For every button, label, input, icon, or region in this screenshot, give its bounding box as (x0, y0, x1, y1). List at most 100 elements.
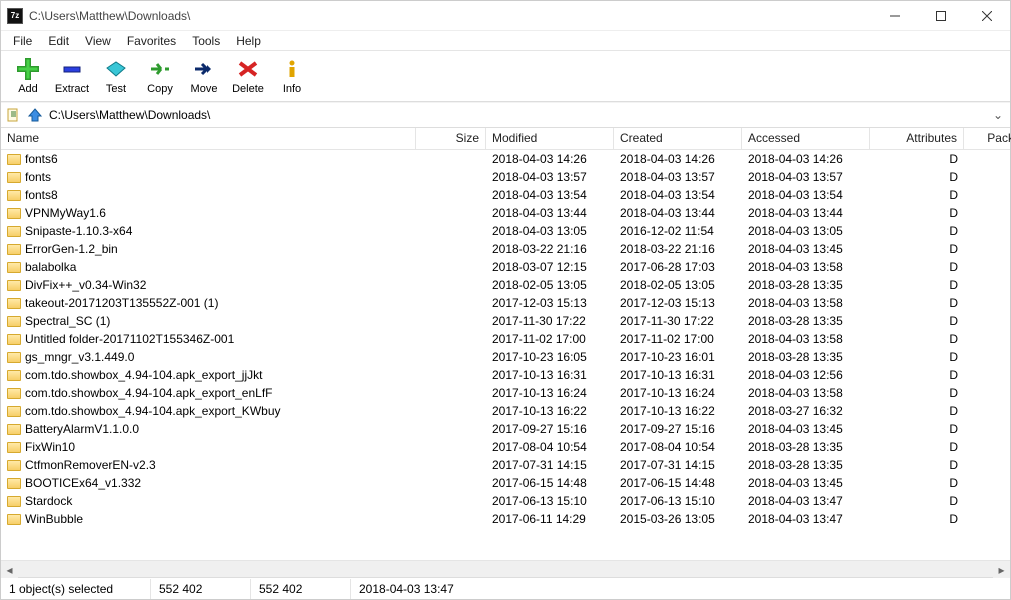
col-packed-size[interactable]: Packed Size (964, 128, 1011, 149)
status-bar: 1 object(s) selected 552 402 552 402 201… (1, 577, 1010, 599)
test-button[interactable]: Test (95, 55, 137, 99)
extract-button[interactable]: Extract (51, 55, 93, 99)
chevron-down-icon[interactable]: ⌄ (990, 108, 1006, 122)
table-row[interactable]: com.tdo.showbox_4.94-104.apk_export_KWbu… (1, 402, 1010, 420)
minimize-button[interactable] (872, 1, 918, 31)
file-modified: 2017-08-04 10:54 (486, 439, 614, 455)
col-created[interactable]: Created (614, 128, 742, 149)
table-row[interactable]: BatteryAlarmV1.1.0.02017-09-27 15:162017… (1, 420, 1010, 438)
file-psize: 0 (964, 187, 1010, 203)
file-psize: 0 (964, 439, 1010, 455)
file-psize: 0 (964, 457, 1010, 473)
scroll-right-icon[interactable]: ▸ (993, 561, 1010, 578)
info-button[interactable]: Info (271, 55, 313, 99)
file-modified: 2018-03-07 12:15 (486, 259, 614, 275)
move-label: Move (191, 83, 218, 95)
table-row[interactable]: gs_mngr_v3.1.449.02017-10-23 16:052017-1… (1, 348, 1010, 366)
table-row[interactable]: FixWin102017-08-04 10:542017-08-04 10:54… (1, 438, 1010, 456)
file-name: Snipaste-1.10.3-x64 (25, 224, 132, 238)
folder-icon (7, 244, 21, 255)
col-name[interactable]: Name (1, 128, 416, 149)
title-bar: 7z C:\Users\Matthew\Downloads\ (1, 1, 1010, 31)
maximize-button[interactable] (918, 1, 964, 31)
table-row[interactable]: ErrorGen-1.2_bin2018-03-22 21:162018-03-… (1, 240, 1010, 258)
menu-view[interactable]: View (77, 32, 119, 50)
table-row[interactable]: VPNMyWay1.62018-04-03 13:442018-04-03 13… (1, 204, 1010, 222)
file-created: 2017-09-27 15:16 (614, 421, 742, 437)
file-accessed: 2018-04-03 13:45 (742, 475, 870, 491)
table-row[interactable]: DivFix++_v0.34-Win322018-02-05 13:052018… (1, 276, 1010, 294)
document-icon[interactable] (5, 107, 21, 123)
file-accessed: 2018-04-03 13:54 (742, 187, 870, 203)
file-modified: 2018-04-03 13:54 (486, 187, 614, 203)
folder-icon (7, 316, 21, 327)
col-attributes[interactable]: Attributes (870, 128, 964, 149)
folder-icon (7, 208, 21, 219)
col-modified[interactable]: Modified (486, 128, 614, 149)
file-created: 2018-04-03 13:44 (614, 205, 742, 221)
toolbar: AddExtract Test Copy Move DeleteInfo (1, 51, 1010, 102)
file-accessed: 2018-04-03 12:56 (742, 367, 870, 383)
table-row[interactable]: WinBubble2017-06-11 14:292015-03-26 13:0… (1, 510, 1010, 528)
address-path[interactable]: C:\Users\Matthew\Downloads\ (49, 108, 984, 122)
file-accessed: 2018-03-28 13:35 (742, 277, 870, 293)
file-attr: D (870, 187, 964, 203)
file-attr: D (870, 493, 964, 509)
menu-help[interactable]: Help (228, 32, 269, 50)
col-size[interactable]: Size (416, 128, 486, 149)
menu-tools[interactable]: Tools (184, 32, 228, 50)
table-row[interactable]: Spectral_SC (1)2017-11-30 17:222017-11-3… (1, 312, 1010, 330)
extract-icon (58, 57, 86, 81)
scroll-left-icon[interactable]: ◂ (1, 561, 18, 578)
menu-bar: FileEditViewFavoritesToolsHelp (1, 31, 1010, 51)
file-modified: 2017-11-30 17:22 (486, 313, 614, 329)
table-row[interactable]: com.tdo.showbox_4.94-104.apk_export_jjJk… (1, 366, 1010, 384)
up-arrow-icon[interactable] (27, 107, 43, 123)
table-row[interactable]: fonts82018-04-03 13:542018-04-03 13:5420… (1, 186, 1010, 204)
file-psize: 0 (964, 313, 1010, 329)
file-name: CtfmonRemoverEN-v2.3 (25, 458, 156, 472)
delete-button[interactable]: Delete (227, 55, 269, 99)
table-row[interactable]: Snipaste-1.10.3-x642018-04-03 13:052016-… (1, 222, 1010, 240)
menu-edit[interactable]: Edit (40, 32, 77, 50)
file-modified: 2017-10-13 16:22 (486, 403, 614, 419)
folder-icon (7, 460, 21, 471)
menu-file[interactable]: File (5, 32, 40, 50)
folder-icon (7, 352, 21, 363)
menu-favorites[interactable]: Favorites (119, 32, 184, 50)
file-size (416, 266, 486, 268)
file-psize: 0 (964, 331, 1010, 347)
table-row[interactable]: fonts62018-04-03 14:262018-04-03 14:2620… (1, 150, 1010, 168)
file-accessed: 2018-04-03 13:45 (742, 421, 870, 437)
file-psize: 0 (964, 259, 1010, 275)
test-label: Test (106, 83, 126, 95)
table-row[interactable]: balabolka2018-03-07 12:152017-06-28 17:0… (1, 258, 1010, 276)
folder-icon (7, 370, 21, 381)
file-size (416, 230, 486, 232)
table-row[interactable]: takeout-20171203T135552Z-001 (1)2017-12-… (1, 294, 1010, 312)
col-accessed[interactable]: Accessed (742, 128, 870, 149)
file-attr: D (870, 421, 964, 437)
add-button[interactable]: Add (7, 55, 49, 99)
file-list-body[interactable]: fonts62018-04-03 14:262018-04-03 14:2620… (1, 150, 1010, 560)
file-attr: D (870, 367, 964, 383)
horizontal-scrollbar[interactable]: ◂ ▸ (1, 560, 1010, 577)
close-button[interactable] (964, 1, 1010, 31)
table-row[interactable]: com.tdo.showbox_4.94-104.apk_export_enLf… (1, 384, 1010, 402)
table-row[interactable]: fonts2018-04-03 13:572018-04-03 13:57201… (1, 168, 1010, 186)
table-row[interactable]: BOOTICEx64_v1.3322017-06-15 14:482017-06… (1, 474, 1010, 492)
file-size (416, 338, 486, 340)
table-row[interactable]: CtfmonRemoverEN-v2.32017-07-31 14:152017… (1, 456, 1010, 474)
move-button[interactable]: Move (183, 55, 225, 99)
file-size (416, 500, 486, 502)
file-size (416, 248, 486, 250)
file-created: 2018-04-03 14:26 (614, 151, 742, 167)
file-attr: D (870, 223, 964, 239)
file-size (416, 374, 486, 376)
file-created: 2016-12-02 11:54 (614, 223, 742, 239)
file-psize: 0 (964, 349, 1010, 365)
file-accessed: 2018-03-27 16:32 (742, 403, 870, 419)
table-row[interactable]: Stardock2017-06-13 15:102017-06-13 15:10… (1, 492, 1010, 510)
copy-button[interactable]: Copy (139, 55, 181, 99)
table-row[interactable]: Untitled folder-20171102T155346Z-0012017… (1, 330, 1010, 348)
